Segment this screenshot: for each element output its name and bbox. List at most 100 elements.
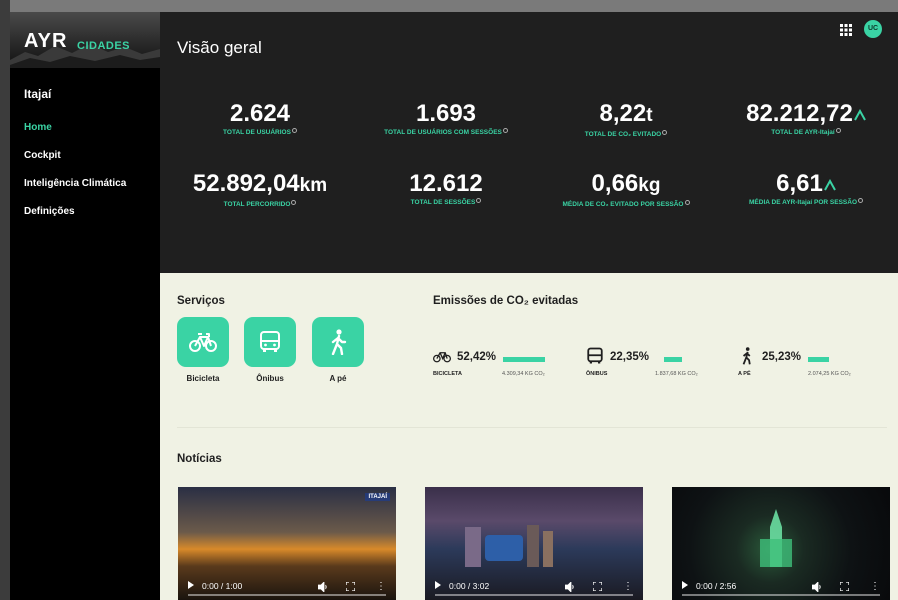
stat-total-ayr: 82.212,72 TOTAL DE AYR-Itajaí	[706, 100, 898, 136]
video-progress-track[interactable]	[682, 594, 880, 596]
fullscreen-icon[interactable]	[840, 582, 849, 591]
bus-button[interactable]	[244, 317, 296, 367]
content-panel: Serviços Bicicleta Ônibus A pé Emissões …	[160, 273, 898, 600]
stat-total-distance: 52.892,04km TOTAL PERCORRIDO	[160, 170, 360, 208]
stat-label: TOTAL PERCORRIDO	[160, 200, 360, 208]
walking-icon	[331, 329, 347, 355]
emissions-title: Emissões de CO₂ evitadas	[433, 295, 579, 307]
bicycle-icon	[433, 352, 451, 363]
ayr-token-icon	[854, 109, 866, 121]
stat-value: 12.612	[409, 170, 483, 197]
walking-icon	[742, 347, 751, 365]
app-window: AYR CIDADES Itajaí Home Cockpit Inteligê…	[10, 12, 898, 600]
city-name: Itajaí	[24, 87, 52, 101]
grid-icon[interactable]	[840, 24, 852, 36]
bus-icon	[587, 347, 603, 364]
overview-panel: Visão geral UC 2.624 TOTAL DE USUÁRIOS 1…	[160, 12, 898, 273]
service-bus: Ônibus	[244, 317, 296, 383]
info-icon[interactable]	[662, 130, 668, 135]
emission-kg: 2.074,25 KG CO₂	[808, 371, 851, 377]
video-progress-track[interactable]	[188, 594, 386, 596]
service-label: Bicicleta	[186, 374, 220, 383]
news-video-3[interactable]: 0:00 / 2:56 ⋮	[672, 487, 890, 600]
stat-users-with-sessions: 1.693 TOTAL DE USUÁRIOS COM SESSÕES	[346, 100, 546, 136]
bicycle-button[interactable]	[177, 317, 229, 367]
play-icon[interactable]	[682, 581, 688, 589]
stat-total-users: 2.624 TOTAL DE USUÁRIOS	[160, 100, 360, 136]
emission-mode-name: BICICLETA	[433, 371, 462, 377]
video-time: 0:00 / 1:00	[202, 581, 243, 591]
sidebar: AYR CIDADES Itajaí Home Cockpit Inteligê…	[10, 12, 160, 600]
emission-kg: 4.309,34 KG CO₂	[502, 371, 545, 377]
bus-icon	[260, 331, 280, 352]
emission-bar	[664, 357, 682, 362]
stat-label: TOTAL DE USUÁRIOS COM SESSÕES	[346, 128, 546, 136]
emission-bar	[503, 357, 545, 362]
stat-label: TOTAL DE AYR-Itajaí	[706, 128, 898, 136]
news-title: Notícias	[177, 453, 222, 465]
info-icon[interactable]	[858, 198, 863, 203]
stat-value: 8,22t	[599, 100, 653, 127]
sidebar-item-cockpit[interactable]: Cockpit	[24, 150, 61, 161]
stat-label: MÉDIA DE CO₂ EVITADO POR SESSÃO	[526, 200, 726, 208]
emission-percent: 25,23%	[762, 351, 802, 363]
stat-value: 0,66kg	[591, 170, 661, 197]
emission-mode-name: ÔNIBUS	[586, 371, 608, 377]
more-options-icon[interactable]: ⋮	[870, 582, 880, 592]
browser-frame-top	[0, 0, 898, 12]
more-options-icon[interactable]: ⋮	[623, 582, 633, 592]
video-thumbnail-graphic	[760, 509, 792, 567]
info-icon[interactable]	[291, 200, 297, 205]
stat-label: TOTAL DE CO₂ EVITADO	[526, 130, 726, 138]
brand-logo[interactable]: AYR CIDADES	[10, 12, 160, 68]
browser-frame-left	[0, 0, 10, 600]
stat-value: 6,61	[706, 170, 898, 198]
info-icon[interactable]	[684, 200, 690, 205]
video-badge: ITAJAÍ	[365, 493, 390, 501]
stat-total-sessions: 12.612 TOTAL DE SESSÕES	[346, 170, 546, 206]
sidebar-item-climate-intelligence[interactable]: Inteligência Climática	[24, 178, 126, 189]
stat-avg-co2-per-session: 0,66kg MÉDIA DE CO₂ EVITADO POR SESSÃO	[526, 170, 726, 208]
stat-label: TOTAL DE USUÁRIOS	[160, 128, 360, 136]
volume-icon[interactable]	[812, 582, 822, 592]
service-label: Ônibus	[256, 374, 284, 383]
sidebar-item-settings[interactable]: Definições	[24, 206, 75, 217]
fullscreen-icon[interactable]	[593, 582, 602, 591]
stat-label: TOTAL DE SESSÕES	[346, 198, 546, 206]
service-walking: A pé	[312, 317, 364, 383]
fullscreen-icon[interactable]	[346, 582, 355, 591]
info-icon[interactable]	[835, 128, 841, 133]
service-label: A pé	[329, 374, 347, 383]
brand-name: AYR	[24, 30, 68, 52]
video-time: 0:00 / 2:56	[696, 581, 737, 591]
stat-value: 52.892,04km	[192, 170, 328, 197]
stat-co2-avoided: 8,22t TOTAL DE CO₂ EVITADO	[526, 100, 726, 138]
more-options-icon[interactable]: ⋮	[376, 582, 386, 592]
info-icon[interactable]	[291, 128, 297, 133]
stat-value: 82.212,72	[706, 100, 898, 128]
services-title: Serviços	[177, 295, 225, 307]
bicycle-icon	[189, 333, 217, 352]
sidebar-item-home[interactable]: Home	[24, 122, 52, 133]
news-video-2[interactable]: 0:00 / 3:02 ⋮	[425, 487, 643, 600]
emission-kg: 1.837,68 KG CO₂	[655, 371, 698, 377]
play-icon[interactable]	[435, 581, 441, 589]
video-controls: 0:00 / 2:56 ⋮	[672, 572, 890, 600]
service-bicycle: Bicicleta	[177, 317, 229, 383]
video-thumbnail-graphic	[465, 525, 553, 567]
walking-button[interactable]	[312, 317, 364, 367]
avatar[interactable]: UC	[864, 20, 882, 38]
page-title: Visão geral	[177, 38, 262, 57]
info-icon[interactable]	[476, 198, 482, 203]
volume-icon[interactable]	[565, 582, 575, 592]
video-time: 0:00 / 3:02	[449, 581, 490, 591]
news-video-1[interactable]: ITAJAÍ 0:00 / 1:00 ⋮	[178, 487, 396, 600]
video-progress-track[interactable]	[435, 594, 633, 596]
info-icon[interactable]	[502, 128, 508, 133]
emission-bar	[808, 357, 829, 362]
stat-label: MÉDIA DE AYR-Itajaí POR SESSÃO	[706, 198, 898, 206]
video-controls: 0:00 / 3:02 ⋮	[425, 572, 643, 600]
play-icon[interactable]	[188, 581, 194, 589]
emission-mode-name: A PÉ	[738, 371, 751, 377]
volume-icon[interactable]	[318, 582, 328, 592]
